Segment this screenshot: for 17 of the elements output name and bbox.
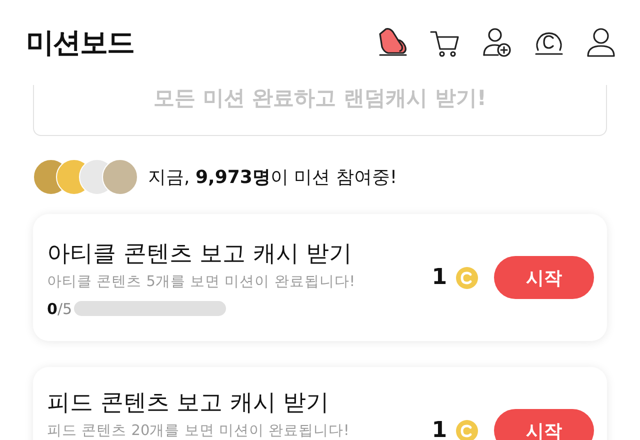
banner-text: 모든 미션 완료하고 랜덤캐시 받기! <box>154 85 486 111</box>
mission-title: 피드 콘텐츠 보고 캐시 받기 <box>47 389 330 418</box>
start-button[interactable]: 시작 <box>494 256 594 299</box>
user-icon[interactable] <box>584 26 618 60</box>
progress-count: 0/5 <box>47 300 72 318</box>
reward-amount: 1 <box>432 265 447 290</box>
mission-title: 아티클 콘텐츠 보고 캐시 받기 <box>47 240 354 268</box>
mission-description: 아티클 콘텐츠 5개를 보면 미션이 완료됩니다! <box>47 272 356 292</box>
mission-description: 피드 콘텐츠 20개를 보면 미션이 완료됩니다! <box>47 422 350 440</box>
avatar-photo <box>102 159 138 195</box>
coin-icon <box>455 266 479 290</box>
page-title: 미션보드 <box>26 24 134 60</box>
reward-amount: 1 <box>432 418 447 440</box>
start-button[interactable]: 시작 <box>494 409 594 440</box>
add-user-icon[interactable] <box>480 26 514 60</box>
coin-icon <box>455 418 479 440</box>
participants-text: 지금, 9,973명이 미션 참여중! <box>148 166 398 189</box>
